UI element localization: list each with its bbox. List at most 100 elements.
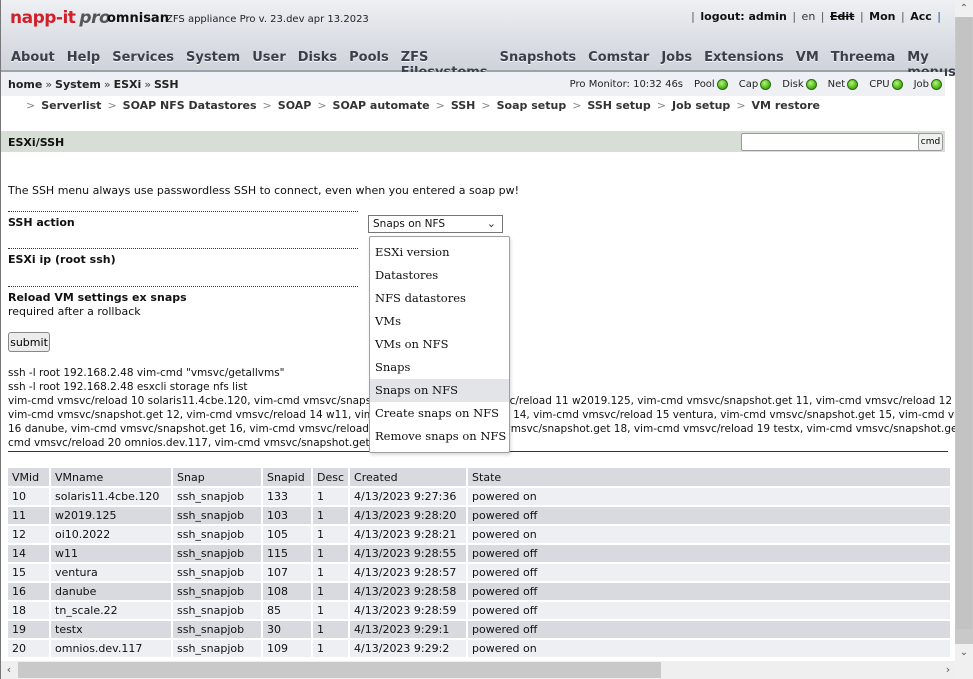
hostname: omnisan — [107, 11, 169, 26]
table-row[interactable]: 20 omnios.dev.117 ssh_snapjob 109 1 4/13/2023… — [8, 640, 950, 657]
ssh-action-select[interactable]: Snaps on NFS ⌄ — [368, 215, 503, 233]
option-esxi-version[interactable]: ESXi version — [370, 241, 509, 264]
cell-state: powered on — [468, 526, 950, 543]
cell-vmid: 12 — [8, 526, 49, 543]
acc-link[interactable]: Acc — [910, 10, 932, 23]
subnav-serverlist[interactable]: Serverlist — [41, 99, 101, 112]
cell-state: powered on — [468, 640, 950, 657]
cell-vmid: 20 — [8, 640, 49, 657]
status-led-icon — [931, 79, 942, 90]
subnav-soap-nfs-datastores[interactable]: SOAP NFS Datastores — [123, 99, 257, 112]
table-row[interactable]: 15 ventura ssh_snapjob 107 1 4/13/2023 9:28:5… — [8, 564, 950, 581]
monitor-cap[interactable]: Cap — [739, 79, 772, 90]
scroll-left-icon[interactable]: ‹ — [1, 661, 17, 679]
logo-main: napp-it — [10, 8, 76, 28]
option-remove-snaps-on-nfs[interactable]: Remove snaps on NFS — [370, 425, 509, 448]
table-row[interactable]: 12 oi10.2022 ssh_snapjob 105 1 4/13/2023 9:28… — [8, 526, 950, 543]
cell-vmid: 18 — [8, 602, 49, 619]
cell-state: powered off — [468, 602, 950, 619]
breadcrumb-separator: » — [144, 78, 152, 91]
cell-snapid: 109 — [263, 640, 311, 657]
cell-state: powered off — [468, 564, 950, 581]
monitor-job[interactable]: Job — [914, 79, 942, 90]
status-led-icon — [847, 79, 859, 90]
cell-snap: ssh_snapjob — [173, 507, 261, 524]
subnav-ssh[interactable]: SSH — [451, 99, 476, 112]
option-vms[interactable]: VMs — [370, 310, 509, 333]
status-led-icon — [760, 79, 772, 90]
col-snapid: Snapid — [263, 468, 311, 486]
cell-created: 4/13/2023 9:28:20 — [350, 507, 467, 524]
horizontal-scroll-thumb[interactable] — [18, 662, 661, 678]
cell-created: 4/13/2023 9:29:2 — [350, 640, 467, 657]
cell-state: powered off — [468, 583, 950, 600]
table-row[interactable]: 11 w2019.125 ssh_snapjob 103 1 4/13/2023 9:28… — [8, 507, 950, 524]
intro-text: The SSH menu always use passwordless SSH… — [8, 184, 520, 197]
breadcrumb-separator: » — [45, 78, 53, 91]
option-snaps[interactable]: Snaps — [370, 356, 509, 379]
esxi-ip-label: ESXi ip (root ssh) — [8, 253, 116, 266]
cell-vmid: 19 — [8, 621, 49, 638]
cell-snap: ssh_snapjob — [173, 602, 261, 619]
cell-snap: ssh_snapjob — [173, 488, 261, 505]
cell-desc: 1 — [313, 621, 349, 638]
table-row[interactable]: 14 w11 ssh_snapjob 115 1 4/13/2023 9:28:55 pow… — [8, 545, 950, 562]
horizontal-scrollbar[interactable]: ‹ › — [0, 661, 956, 679]
status-led-icon — [891, 79, 903, 90]
breadcrumb-system[interactable]: System — [55, 78, 101, 91]
scroll-down-icon[interactable]: ⌄ — [955, 644, 973, 661]
app-version: ZFS appliance Pro v. 23.dev apr 13.2023 — [166, 14, 369, 25]
cell-desc: 1 — [313, 564, 349, 581]
breadcrumb-home[interactable]: home — [8, 78, 42, 91]
ssh-action-dropdown-list: ESXi version Datastores NFS datastores V… — [369, 236, 510, 453]
monitor-disk[interactable]: Disk — [782, 79, 817, 90]
breadcrumb-bar: home» System» ESXi» SSH Pro Monitor: 10:32 … — [1, 72, 945, 96]
option-nfs-datastores[interactable]: NFS datastores — [370, 287, 509, 310]
table-row[interactable]: 18 tn_scale.22 ssh_snapjob 85 1 4/13/2023 9:2… — [8, 602, 950, 619]
cell-snap: ssh_snapjob — [173, 583, 261, 600]
monitor-net[interactable]: Net — [828, 79, 859, 90]
option-datastores[interactable]: Datastores — [370, 264, 509, 287]
cell-created: 4/13/2023 9:28:59 — [350, 602, 467, 619]
option-create-snaps-on-nfs[interactable]: Create snaps on NFS — [370, 402, 509, 425]
cell-created: 4/13/2023 9:28:21 — [350, 526, 467, 543]
subnav-job-setup[interactable]: Job setup — [672, 99, 730, 112]
scroll-up-icon[interactable]: ⌃ — [955, 0, 973, 17]
cmd-button[interactable]: cmd — [918, 133, 943, 151]
cell-snap: ssh_snapjob — [173, 545, 261, 562]
col-desc: Desc — [313, 468, 349, 486]
scroll-right-icon[interactable]: › — [940, 661, 956, 679]
vm-snapshot-table: VMid VMname Snap Snapid Desc Created Sta… — [6, 466, 952, 659]
option-vms-on-nfs[interactable]: VMs on NFS — [370, 333, 509, 356]
subnav-ssh-setup[interactable]: SSH setup — [587, 99, 650, 112]
subnav-soap-setup[interactable]: Soap setup — [497, 99, 567, 112]
edit-link[interactable]: Edit — [830, 10, 854, 23]
table-row[interactable]: 19 testx ssh_snapjob 30 1 4/13/2023 9:29:1 pow… — [8, 621, 950, 638]
monitor-cpu[interactable]: CPU — [869, 79, 903, 90]
cell-state: powered on — [468, 488, 950, 505]
vertical-scrollbar[interactable]: ⌃ ⌄ — [955, 0, 973, 661]
cell-vmname: solaris11.4cbe.120 — [51, 488, 171, 505]
breadcrumb-esxi[interactable]: ESXi — [114, 78, 142, 91]
submit-button[interactable]: submit — [8, 332, 50, 352]
subnav-soap[interactable]: SOAP — [278, 99, 312, 112]
subnav-soap-automate[interactable]: SOAP automate — [333, 99, 430, 112]
cell-snap: ssh_snapjob — [173, 621, 261, 638]
subnav-vm-restore[interactable]: VM restore — [752, 99, 820, 112]
logout-link[interactable]: logout: admin — [700, 10, 786, 23]
breadcrumb-separator: » — [103, 78, 111, 91]
cell-desc: 1 — [313, 583, 349, 600]
vertical-scroll-thumb[interactable] — [956, 17, 972, 629]
cmd-input[interactable] — [741, 133, 921, 151]
cell-vmid: 14 — [8, 545, 49, 562]
logo[interactable]: napp-it pro — [10, 8, 111, 28]
breadcrumb-ssh[interactable]: SSH — [154, 78, 179, 91]
monitor-pool[interactable]: Pool — [694, 79, 728, 90]
table-row[interactable]: 16 danube ssh_snapjob 108 1 4/13/2023 9:28:58… — [8, 583, 950, 600]
option-snaps-on-nfs[interactable]: Snaps on NFS — [370, 379, 509, 402]
cell-created: 4/13/2023 9:28:58 — [350, 583, 467, 600]
mon-link[interactable]: Mon — [869, 10, 895, 23]
table-row[interactable]: 10 solaris11.4cbe.120 ssh_snapjob 133 1 4/13/… — [8, 488, 950, 505]
language-link[interactable]: en — [802, 10, 816, 23]
cell-snapid: 133 — [263, 488, 311, 505]
